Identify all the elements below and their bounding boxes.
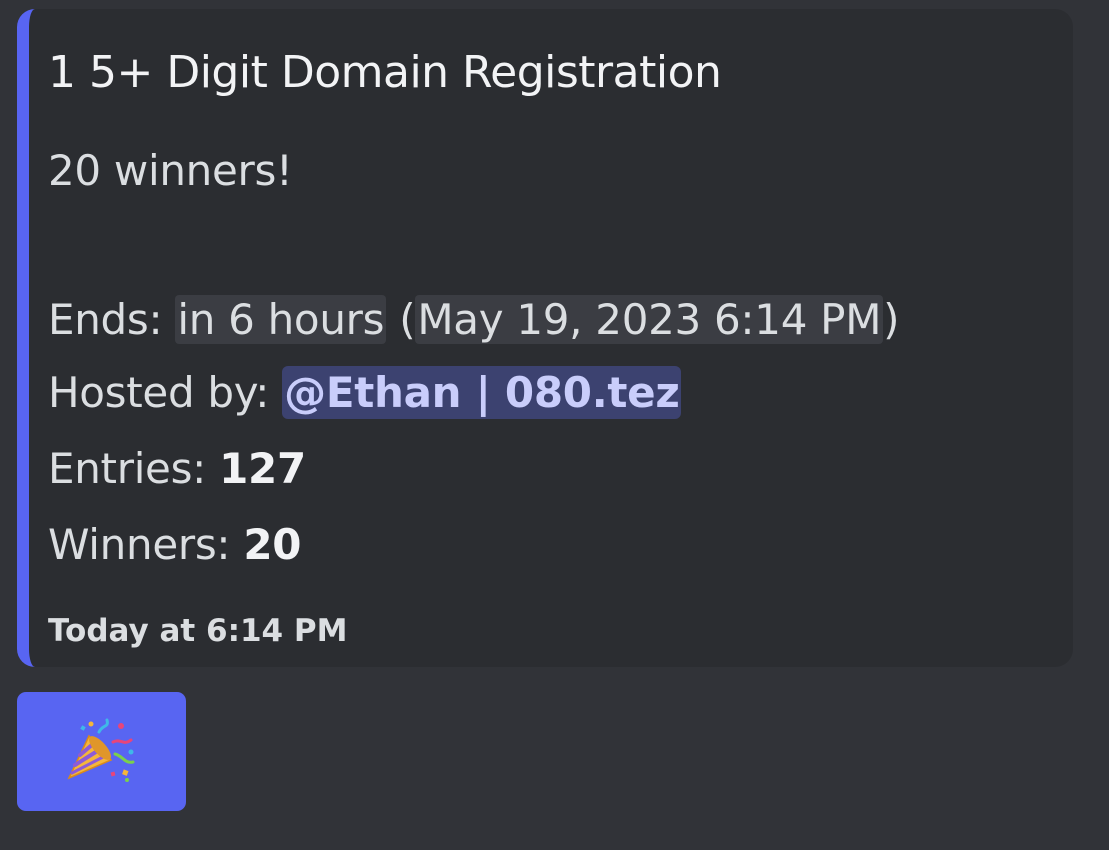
embed-footer-timestamp: Today at 6:14 PM [48,613,348,649]
ends-label: Ends: [48,295,176,344]
ends-line: Ends: in 6 hours (May 19, 2023 6:14 PM) [48,292,900,348]
winners-line: Winners: 20 [48,517,301,573]
ends-close-paren: ) [883,295,900,344]
entries-line: Entries: 127 [48,441,306,497]
hosted-label: Hosted by: [48,368,283,417]
winners-value: 20 [243,520,302,569]
embed-title: 1 5+ Digit Domain Registration [48,47,722,98]
entries-label: Entries: [48,444,220,493]
winners-label: Winners: [48,520,244,569]
party-popper-reaction-button[interactable] [17,692,186,811]
hosted-by-line: Hosted by: @Ethan | 080.tez [48,365,682,421]
winners-note: 20 winners! [48,146,293,195]
ends-relative-timestamp[interactable]: in 6 hours [175,295,387,344]
host-mention[interactable]: @Ethan | 080.tez [282,366,682,419]
ends-open-paren: ( [386,295,416,344]
entries-value: 127 [219,444,306,493]
ends-absolute-timestamp[interactable]: May 19, 2023 6:14 PM [415,295,884,344]
giveaway-embed: 1 5+ Digit Domain Registration 20 winner… [17,9,1073,667]
embed-content: 1 5+ Digit Domain Registration 20 winner… [48,9,1073,667]
